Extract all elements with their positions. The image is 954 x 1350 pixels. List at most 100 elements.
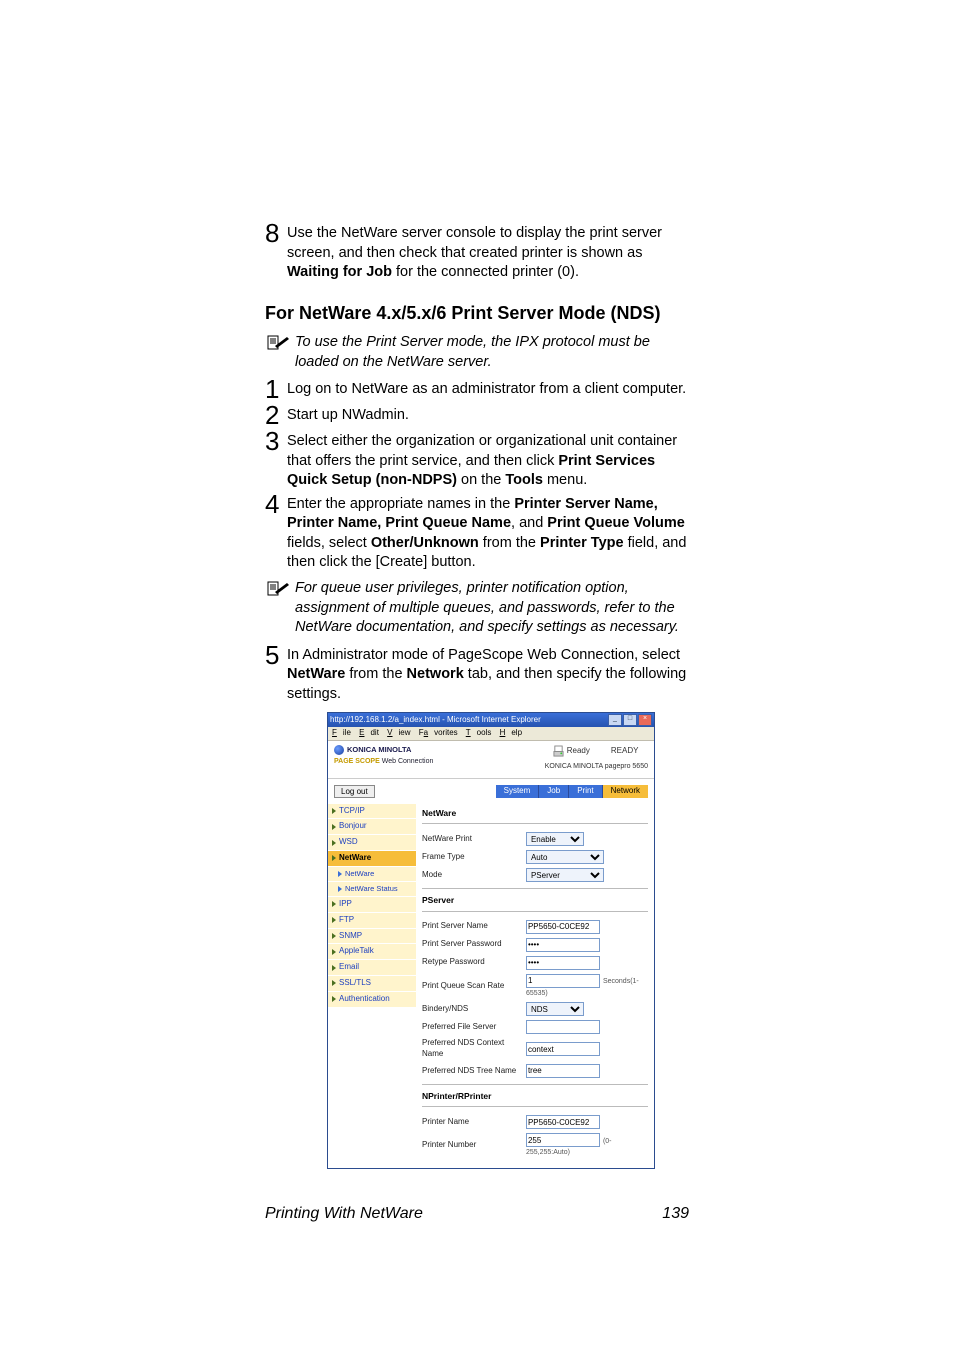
section-netware-title: NetWare [422,808,648,819]
input-printer-number[interactable] [526,1133,600,1147]
step-number-8: 8 [265,220,287,283]
menu-favorites[interactable]: Favorites [419,728,458,737]
sidebar-item-netware-sub[interactable]: NetWare [328,867,416,882]
window-title: http://192.168.1.2/a_index.html - Micros… [330,715,541,726]
select-bindery-nds[interactable]: NDS [526,1002,584,1016]
step-number-2: 2 [265,402,287,428]
lbl-retype-password: Retype Password [422,954,526,972]
input-printer-name[interactable] [526,1115,600,1129]
lbl-frame-type: Frame Type [422,848,526,866]
tab-print[interactable]: Print [569,785,602,798]
lbl-bindery-nds: Bindery/NDS [422,1000,526,1018]
input-print-server-name[interactable] [526,920,600,934]
input-print-queue-scan-rate[interactable] [526,974,600,988]
window-maximize-button[interactable]: □ [623,714,637,726]
step-3-body: Select either the organization or organi… [287,432,689,491]
printer-status-icon [553,745,564,758]
section-title: For NetWare 4.x/5.x/6 Print Server Mode … [265,301,689,325]
logout-button[interactable]: Log out [334,785,375,798]
lbl-printer-number: Printer Number [422,1131,526,1160]
sidebar-item-netware[interactable]: NetWare [328,851,416,867]
sidebar-item-email[interactable]: Email [328,960,416,976]
lbl-print-queue-scan-rate: Print Queue Scan Rate [422,972,526,1001]
input-preferred-nds-context[interactable] [526,1042,600,1056]
footer-left: Printing With NetWare [265,1203,423,1225]
window-titlebar: http://192.168.1.2/a_index.html - Micros… [328,713,654,727]
input-preferred-file-server[interactable] [526,1020,600,1034]
s3-c: menu. [543,472,587,488]
input-preferred-nds-tree[interactable] [526,1064,600,1078]
step-number-1: 1 [265,376,287,402]
menu-help[interactable]: Help [500,728,522,737]
sidebar-item-authentication[interactable]: Authentication [328,992,416,1008]
step-number-3: 3 [265,428,287,491]
sidebar-item-ipp[interactable]: IPP [328,897,416,913]
s5-b2: Network [407,666,464,682]
lbl-preferred-nds-context: Preferred NDS Context Name [422,1036,526,1062]
s4-b4: Printer Type [540,535,624,551]
menu-tools[interactable]: Tools [466,728,492,737]
s3-b2: Tools [505,472,543,488]
s3-b: on the [457,472,505,488]
sidebar-item-appletalk[interactable]: AppleTalk [328,944,416,960]
menu-edit[interactable]: Edit [359,728,379,737]
menu-view[interactable]: View [387,728,410,737]
browser-menubar: File Edit View Favorites Tools Help [328,727,654,741]
select-netware-print[interactable]: Enable [526,832,584,846]
input-retype-password[interactable] [526,956,600,970]
section-nprinter-title: NPrinter/RPrinter [422,1091,648,1102]
section-pserver-title: PServer [422,895,648,906]
note-icon [265,333,295,372]
status-text: READY [611,746,639,757]
tab-network[interactable]: Network [603,785,648,798]
sidebar-item-wsd[interactable]: WSD [328,835,416,851]
brand-logo: KONICA MINOLTA [334,745,433,755]
sidebar-item-netware-status[interactable]: NetWare Status [328,882,416,897]
sidebar-item-ssltls[interactable]: SSL/TLS [328,976,416,992]
lbl-print-server-password: Print Server Password [422,936,526,954]
footer-page-number: 139 [662,1203,689,1225]
s4-d: from the [479,535,540,551]
model-label: KONICA MINOLTA pagepro 5650 [545,762,648,771]
step-8-body: Use the NetWare server console to displa… [287,224,689,283]
s4-a: Enter the appropriate names in the [287,496,514,512]
note-top-body: To use the Print Server mode, the IPX pr… [295,333,689,372]
step-2-body: Start up NWadmin. [287,406,689,428]
lbl-preferred-file-server: Preferred File Server [422,1018,526,1036]
sidebar-item-tcpip[interactable]: TCP/IP [328,804,416,820]
s5-a: In Administrator mode of PageScope Web C… [287,647,680,663]
s4-b: , and [511,515,547,531]
lbl-preferred-nds-tree: Preferred NDS Tree Name [422,1062,526,1080]
select-mode[interactable]: PServer [526,868,604,882]
step-8-bold-a: Waiting for Job [287,264,392,280]
browser-screenshot: http://192.168.1.2/a_index.html - Micros… [327,712,655,1169]
note-icon [265,579,295,638]
tab-job[interactable]: Job [539,785,569,798]
menu-file[interactable]: File [332,728,351,737]
step-number-4: 4 [265,491,287,573]
input-print-server-password[interactable] [526,938,600,952]
step-1-body: Log on to NetWare as an administrator fr… [287,380,689,402]
brand-text: KONICA MINOLTA [347,745,411,755]
step-8-text-b: for the connected printer (0). [392,264,579,280]
window-minimize-button[interactable]: _ [608,714,622,726]
lbl-print-server-name: Print Server Name [422,918,526,936]
sidebar-item-ftp[interactable]: FTP [328,913,416,929]
window-close-button[interactable]: × [638,714,652,726]
sidebar-item-bonjour[interactable]: Bonjour [328,819,416,835]
step-5-body: In Administrator mode of PageScope Web C… [287,646,689,705]
tab-system[interactable]: System [496,785,540,798]
pagescope-label: PAGE SCOPE Web Connection [334,757,433,766]
s5-b1: NetWare [287,666,345,682]
s4-b3: Other/Unknown [371,535,479,551]
lbl-mode: Mode [422,866,526,884]
lbl-netware-print: NetWare Print [422,830,526,848]
sidebar-item-snmp[interactable]: SNMP [328,929,416,945]
select-frame-type[interactable]: Auto [526,850,604,864]
s4-c: fields, select [287,535,371,551]
s4-b2: Print Queue Volume [547,515,685,531]
s5-b: from the [345,666,406,682]
step-number-5: 5 [265,642,287,705]
lbl-printer-name: Printer Name [422,1113,526,1131]
note-mid-body: For queue user privileges, printer notif… [295,579,689,638]
